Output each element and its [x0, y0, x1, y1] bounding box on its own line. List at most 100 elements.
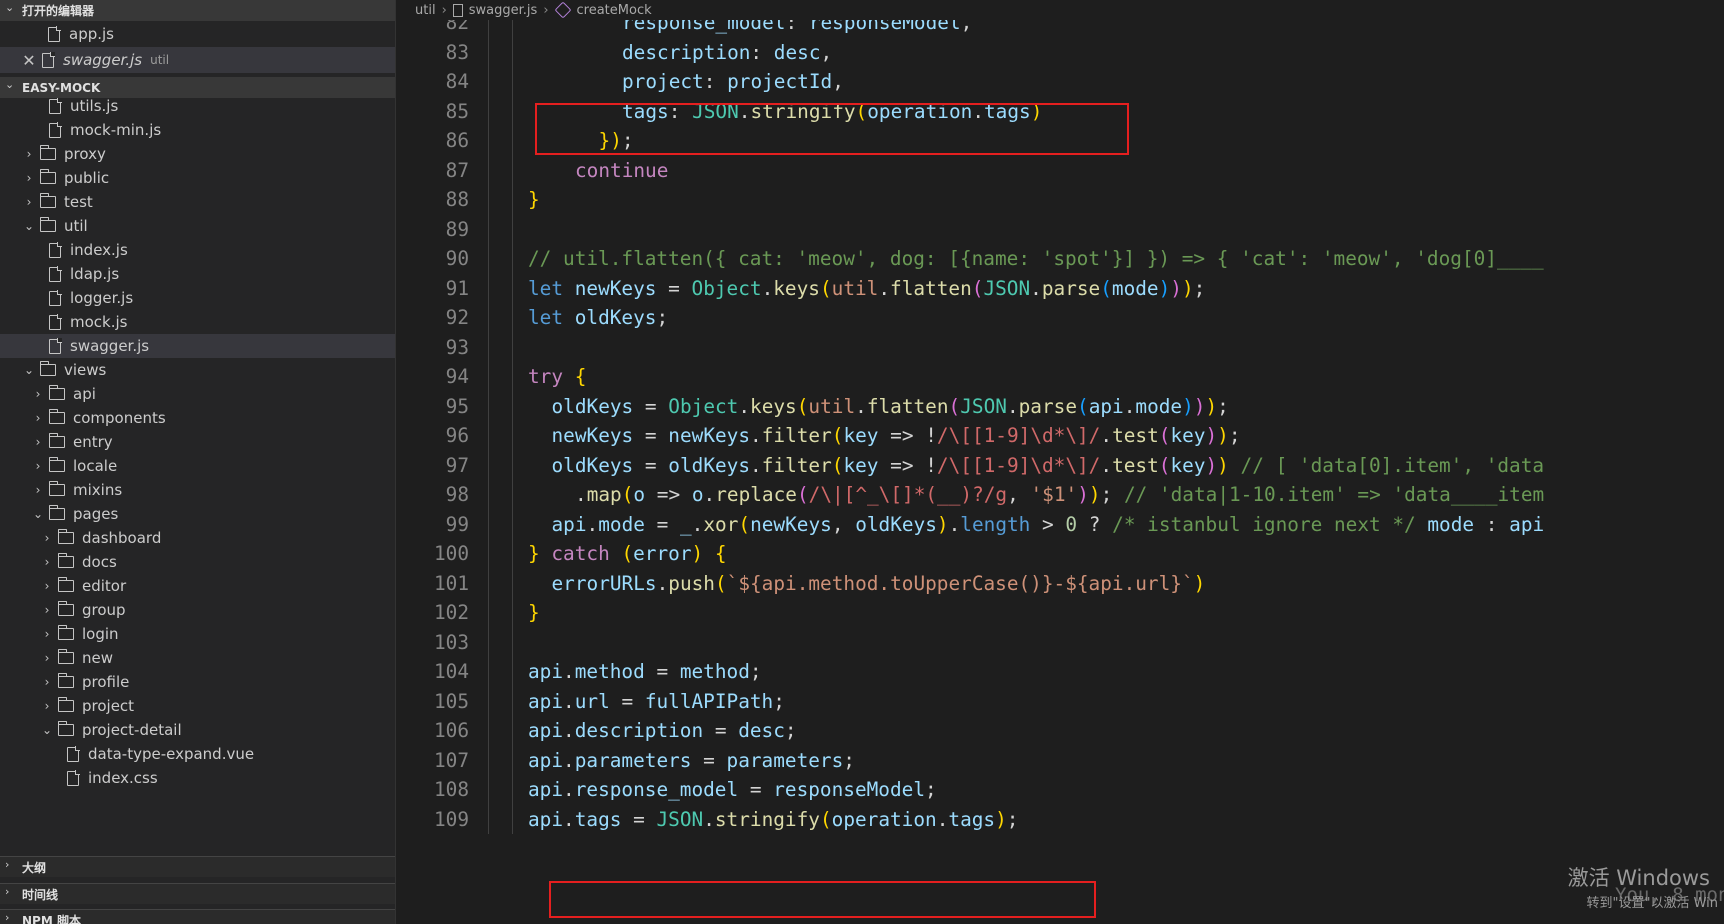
breadcrumb-symbol[interactable]: createMock — [577, 3, 652, 18]
code-text: api.mode = _.xor(newKeys, oldKeys).lengt… — [551, 512, 1545, 536]
code-line[interactable]: 103 — [397, 627, 1724, 657]
tree-item-label: swagger.js — [70, 337, 150, 355]
tree-item-swagger-js[interactable]: swagger.js — [0, 334, 395, 358]
code-line[interactable]: 106 api.description = desc; — [397, 716, 1724, 746]
npm-scripts-header[interactable]: › NPM 脚本 — [0, 909, 395, 924]
tree-item-new[interactable]: › new — [0, 646, 395, 670]
tree-item-label: entry — [73, 433, 113, 451]
indent-guide — [512, 185, 513, 215]
tree-item-views[interactable]: ⌄ views — [0, 358, 395, 382]
indent-guide — [512, 804, 513, 834]
indent-guide — [488, 273, 489, 303]
breadcrumb-file[interactable]: swagger.js — [469, 3, 538, 18]
tree-item-mixins[interactable]: › mixins — [0, 478, 395, 502]
tree-item-group[interactable]: › group — [0, 598, 395, 622]
open-editors-header[interactable]: ⌄ 打开的编辑器 — [0, 0, 395, 21]
line-number: 89 — [445, 217, 469, 241]
folder-icon — [39, 145, 56, 160]
line-number: 87 — [445, 158, 469, 182]
indent-guide — [488, 155, 489, 185]
chevron-down-icon: ⌄ — [5, 78, 15, 91]
tree-item-label: editor — [82, 577, 127, 595]
chevron-right-icon: › — [44, 699, 50, 713]
code-line[interactable]: 100} catch (error) { — [397, 539, 1724, 569]
code-line[interactable]: 94 try { — [397, 362, 1724, 392]
code-line[interactable]: 98 .map(o => o.replace(/\|[^_\[]*(__)?/g,… — [397, 480, 1724, 510]
tree-item-entry[interactable]: › entry — [0, 430, 395, 454]
tree-item-index-css[interactable]: index.css — [0, 766, 395, 790]
code-line[interactable]: 97 oldKeys = oldKeys.filter(key => !/\[[1… — [397, 450, 1724, 480]
tree-item-dashboard[interactable]: › dashboard — [0, 526, 395, 550]
code-editor[interactable]: util › swagger.js › createMock 82 respons… — [397, 0, 1724, 924]
tree-item-locale[interactable]: › locale — [0, 454, 395, 478]
tree-item-pages[interactable]: ⌄ pages — [0, 502, 395, 526]
timeline-header[interactable]: › 时间线 — [0, 883, 395, 904]
indent-guide — [512, 480, 513, 510]
tree-item-docs[interactable]: › docs — [0, 550, 395, 574]
close-icon[interactable]: ✕ — [20, 51, 38, 70]
tree-item-editor[interactable]: › editor — [0, 574, 395, 598]
code-line[interactable]: 96 newKeys = newKeys.filter(key => !/\[[1… — [397, 421, 1724, 451]
code-line[interactable]: 90 // util.flatten({ cat: 'meow', dog: [{… — [397, 244, 1724, 274]
chevron-right-icon: › — [35, 483, 41, 497]
tree-item-label: pages — [73, 505, 119, 523]
line-number: 85 — [445, 99, 469, 123]
chevron-right-icon: › — [44, 675, 50, 689]
tree-item-project-detail[interactable]: ⌄ project-detail — [0, 718, 395, 742]
indent-guide — [488, 480, 489, 510]
line-number: 88 — [445, 188, 469, 212]
tree-item-label: index.js — [70, 241, 128, 259]
code-line[interactable]: 87 continue — [397, 155, 1724, 185]
code-line[interactable]: 109 api.tags = JSON.stringify(operation.t… — [397, 804, 1724, 834]
tree-item-index-js[interactable]: index.js — [0, 238, 395, 262]
code-line[interactable]: 102} — [397, 598, 1724, 628]
tree-item-profile[interactable]: › profile — [0, 670, 395, 694]
tree-item-mock-min-js[interactable]: mock-min.js — [0, 118, 395, 142]
tree-item-api[interactable]: › api — [0, 382, 395, 406]
code-line[interactable]: 95 oldKeys = Object.keys(util.flatten(JSO… — [397, 391, 1724, 421]
tree-item-public[interactable]: › public — [0, 166, 395, 190]
code-line[interactable]: 84 project: projectId, — [397, 67, 1724, 97]
file-icon — [49, 242, 62, 258]
code-line[interactable]: 105 api.url = fullAPIPath; — [397, 686, 1724, 716]
tree-item-proxy[interactable]: › proxy — [0, 142, 395, 166]
code-line[interactable]: 108 api.response_model = responseModel; — [397, 775, 1724, 805]
tree-item-logger-js[interactable]: logger.js — [0, 286, 395, 310]
code-line[interactable]: 88} — [397, 185, 1724, 215]
tree-item-login[interactable]: › login — [0, 622, 395, 646]
outline-header[interactable]: › 大纲 — [0, 856, 395, 877]
code-line[interactable]: 93 — [397, 332, 1724, 362]
indent-guide — [488, 421, 489, 451]
indent-guide — [488, 775, 489, 805]
indent-guide — [488, 37, 489, 67]
open-editor-app-js[interactable]: app.js — [0, 21, 395, 47]
chevron-right-icon: › — [26, 195, 32, 209]
open-editor-swagger-js[interactable]: ✕ swagger.js util — [0, 47, 395, 73]
breadcrumb-folder[interactable]: util — [415, 3, 436, 18]
indent-guide — [512, 244, 513, 274]
tree-item-project[interactable]: › project — [0, 694, 395, 718]
chevron-down-icon: ⌄ — [5, 1, 15, 14]
line-number: 102 — [433, 601, 469, 625]
tree-item-data-type-expand-vue[interactable]: data-type-expand.vue — [0, 742, 395, 766]
tree-item-mock-js[interactable]: mock.js — [0, 310, 395, 334]
code-line[interactable]: 101 errorURLs.push(`${api.method.toUpperC… — [397, 568, 1724, 598]
code-line[interactable]: 107 api.parameters = parameters; — [397, 745, 1724, 775]
tree-item-util[interactable]: ⌄ util — [0, 214, 395, 238]
code-line[interactable]: 92 let oldKeys; — [397, 303, 1724, 333]
tree-item-utils-js[interactable]: utils.js — [0, 94, 395, 118]
tree-item-label: profile — [82, 673, 130, 691]
code-line[interactable]: 89 — [397, 214, 1724, 244]
code-line[interactable]: 99 api.mode = _.xor(newKeys, oldKeys).len… — [397, 509, 1724, 539]
line-number: 99 — [445, 512, 469, 536]
code-text: project: projectId, — [622, 70, 844, 94]
code-line[interactable]: 83 description: desc, — [397, 37, 1724, 67]
line-number: 92 — [445, 306, 469, 330]
code-line[interactable]: 91 let newKeys = Object.keys(util.flatten… — [397, 273, 1724, 303]
code-line[interactable]: 104 api.method = method; — [397, 657, 1724, 687]
tree-item-components[interactable]: › components — [0, 406, 395, 430]
tree-item-label: login — [82, 625, 119, 643]
chevron-right-icon: › — [35, 387, 41, 401]
tree-item-test[interactable]: › test — [0, 190, 395, 214]
tree-item-ldap-js[interactable]: ldap.js — [0, 262, 395, 286]
